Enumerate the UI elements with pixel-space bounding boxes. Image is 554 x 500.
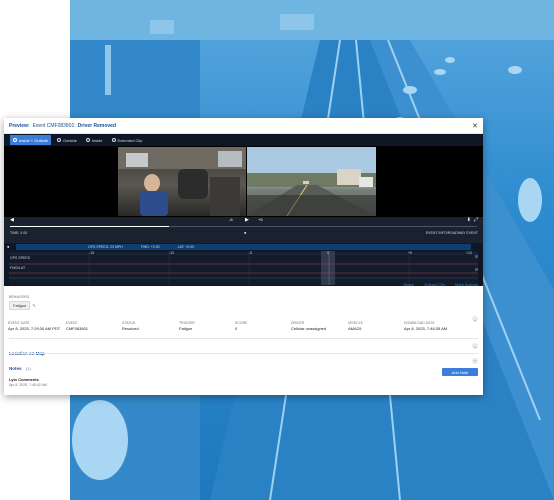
tick-label: 0 (327, 251, 329, 255)
tab-extended-clip[interactable]: Extended Clip (109, 135, 146, 145)
close-icon[interactable]: ✕ (472, 122, 478, 130)
pin-icon: ● (7, 244, 10, 249)
info-event-date: EVENT DATE Apr 8, 2025, 7:29:30 AM PDT (8, 321, 60, 331)
more-actions-link[interactable]: More Actions (455, 282, 478, 287)
inside-camera-feed (118, 147, 246, 216)
tab-label: Extended Clip (117, 137, 143, 143)
road-view-image (247, 147, 376, 216)
camera-icon (13, 138, 17, 142)
event-id: Event CMF083801: (32, 122, 76, 129)
notes-body: Add Note Lytx Comments Apr 8, 2025, 7:45… (9, 368, 478, 390)
divider (9, 353, 478, 354)
gps-speed-readout: GPS SPEED: 23 MPH (88, 245, 123, 249)
divider (9, 338, 478, 339)
info-value: AMAZ9 (348, 326, 362, 331)
tick-label: -15 (89, 251, 95, 255)
info-value: 0 (235, 326, 238, 331)
volume-icon[interactable]: ◀ (10, 217, 14, 223)
view-tabs: Inside + Outside Outside Inside Extended… (4, 134, 483, 146)
progress-bar[interactable] (10, 226, 477, 227)
chevron-down-icon[interactable]: ⌄ (472, 343, 478, 349)
play-icon[interactable]: ▶ (245, 217, 249, 223)
note-date: Apr 8, 2025, 7:45:02 AM (9, 383, 47, 387)
info-value: Resolved (122, 326, 139, 331)
player-controls: ◀ -5 ▶ +5 ⬇ ⤢ TIME: 4.00 ● EVENT INFO/RO… (4, 217, 483, 243)
preview-header: Preview: Event CMF083801: Driver Removed… (4, 118, 483, 134)
add-note-button[interactable]: Add Note (442, 368, 478, 376)
behavior-tag: Fatigue (9, 301, 31, 310)
lat-readout: LAT: +0.00 (177, 245, 195, 249)
download-icon[interactable]: ⬇ (467, 217, 471, 223)
tick-label: +10 (466, 251, 472, 255)
actions-row: Share Extract Clip More Actions (9, 281, 478, 289)
fwd-readout: FWD: +0.00 (140, 245, 160, 249)
extract-clip-link[interactable]: Extract Clip (425, 282, 445, 287)
tab-label: Outside (63, 137, 77, 143)
behaviors-section: BEHAVIORS Fatigue ✎ (9, 295, 478, 310)
event-status: Driver Removed (77, 122, 117, 129)
behaviors-label: BEHAVIORS (9, 295, 30, 299)
event-time-label: EVENT INFO/ROADWAY EVENT (425, 231, 478, 235)
tab-label: Inside + Outside (19, 137, 49, 143)
tick-label: -10 (169, 251, 175, 255)
preview-label: Preview: (9, 122, 30, 129)
info-driver: DRIVER Cellular unassigned (291, 321, 326, 331)
info-trigger: TRIGGER Fatigue (179, 321, 195, 331)
event-info-grid: EVENT DATE Apr 8, 2025, 7:29:30 AM PDT E… (8, 321, 478, 335)
row-label-fwd-lat: FWD/LAT (10, 266, 26, 270)
time-label: TIME: 4.00 (10, 231, 28, 235)
notes-row[interactable]: Notes (1) ⌃ (9, 357, 478, 371)
rewind-button[interactable]: -5 (229, 217, 233, 222)
camera-icon (111, 138, 116, 142)
info-value: Fatigue (179, 326, 193, 331)
telemetry-timeline[interactable]: GPS SPEED: 23 MPH FWD: +0.00 LAT: +0.00 … (4, 243, 483, 286)
info-value: Cellular unassigned (291, 326, 327, 331)
info-score: SCORE 0 (235, 321, 247, 331)
tick-label: +5 (408, 251, 412, 255)
marker-icon: ● (244, 230, 247, 235)
video-player[interactable] (4, 146, 483, 217)
info-value: Apr 8, 2025, 7:46:35 AM (404, 326, 448, 331)
camera-icon (57, 138, 62, 142)
telemetry-readout: GPS SPEED: 23 MPH FWD: +0.00 LAT: +0.00 (16, 244, 471, 250)
info-download-date: DOWNLOAD DATE Apr 8, 2025, 7:46:35 AM (404, 321, 447, 331)
info-status: STATUS Resolved (122, 321, 139, 331)
tab-outside[interactable]: Outside (54, 135, 80, 145)
tab-inside[interactable]: Inside (83, 135, 106, 145)
tab-inside-outside[interactable]: Inside + Outside (10, 135, 52, 145)
camera-icon (85, 138, 90, 142)
telemetry-chart (9, 251, 478, 285)
info-value: CMF083801 (66, 326, 89, 331)
info-event: EVENT CMF083801 (66, 321, 88, 331)
share-link[interactable]: Share (403, 282, 414, 287)
fullscreen-icon[interactable]: ⤢ (474, 217, 478, 223)
forward-button[interactable]: +5 (258, 217, 263, 222)
outside-camera-feed (247, 147, 376, 216)
row-label-speed: GPS SPEED (10, 256, 31, 260)
tick-label: -5 (249, 251, 253, 255)
tab-label: Inside (91, 137, 103, 143)
progress-fill (10, 226, 169, 227)
edit-icon[interactable]: ✎ (32, 303, 35, 308)
note-author: Lytx Comments (9, 377, 39, 382)
driver-cabin-image (118, 147, 246, 216)
location-row[interactable]: Location on Map ⌄ (9, 342, 478, 356)
info-value: Apr 8, 2025, 7:29:30 AM PDT (8, 326, 61, 331)
info-vehicle: VEHICLE AMAZ9 (348, 321, 363, 331)
chevron-up-icon[interactable]: ⌃ (472, 358, 478, 364)
